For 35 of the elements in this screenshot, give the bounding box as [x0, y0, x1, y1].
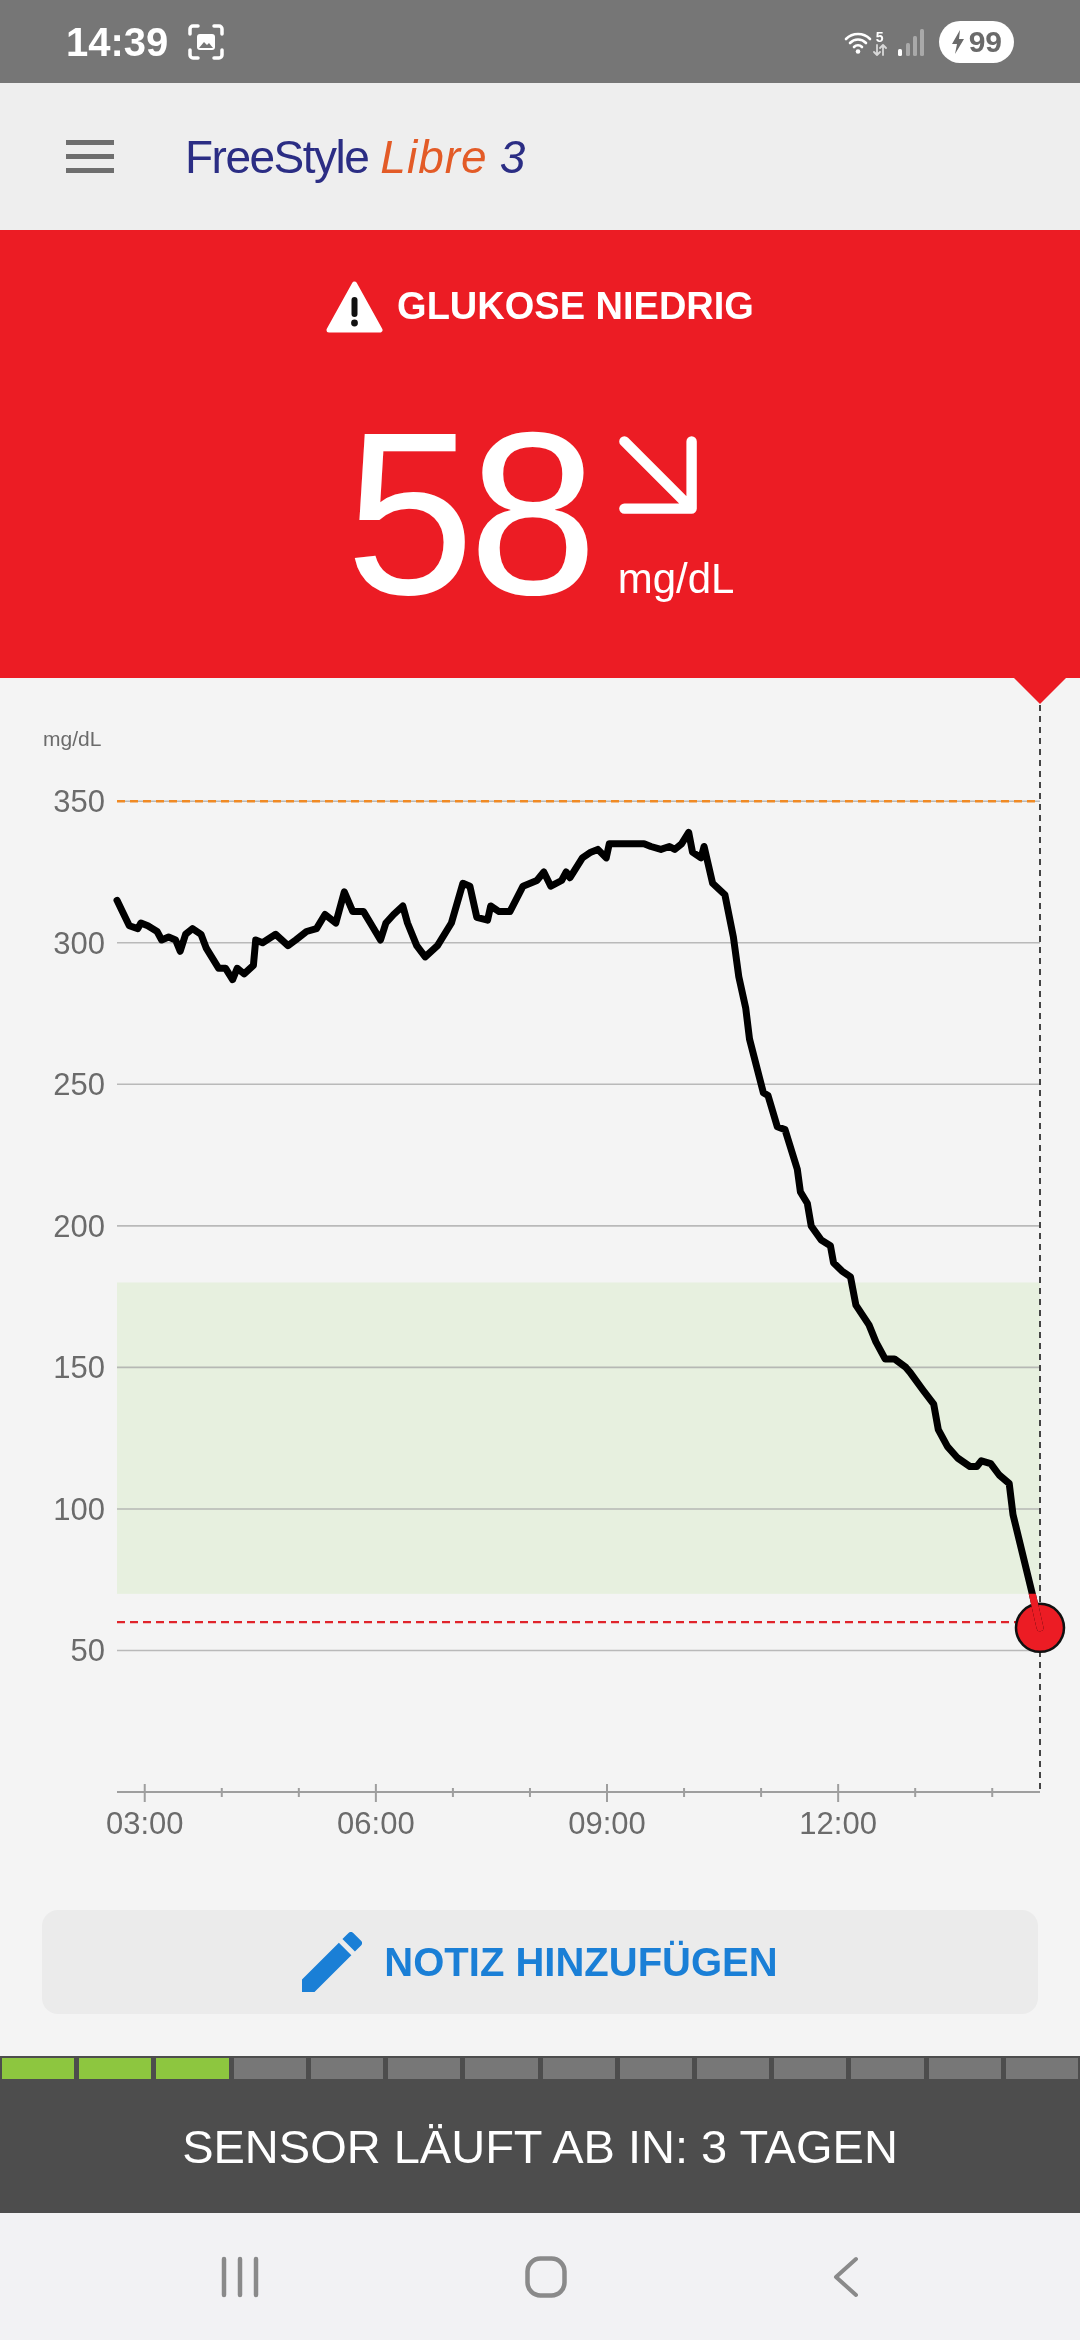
y-tick-label: 250: [53, 1067, 105, 1103]
status-time: 14:39: [66, 18, 169, 65]
battery-level: 99: [968, 24, 1002, 59]
glucose-value: 58: [345, 398, 592, 630]
y-tick-label: 50: [70, 1633, 105, 1669]
y-tick-label: 100: [53, 1491, 105, 1527]
y-tick-label: 350: [53, 784, 105, 820]
charging-bolt-icon: [950, 29, 965, 54]
logo-brand-text: FreeStyle: [185, 129, 369, 185]
transfer-arrows-icon: [872, 43, 887, 56]
recents-icon[interactable]: [221, 2255, 259, 2298]
back-icon[interactable]: [833, 2255, 859, 2298]
y-tick-label: 150: [53, 1350, 105, 1386]
x-tick-label: 09:00: [568, 1806, 646, 1841]
x-tick-label: 03:00: [105, 1806, 184, 1841]
y-axis-title: mg/dL: [43, 727, 102, 750]
logo-number-text: 3: [499, 129, 526, 185]
add-note-button[interactable]: NOTIZ HINZUFÜGEN: [42, 1910, 1038, 2014]
reading-marker-icon: [1014, 1602, 1066, 1654]
pencil-icon: [302, 1932, 363, 1992]
trend-arrow-icon: [617, 435, 698, 515]
alert-title: GLUKOSE NIEDRIG: [397, 284, 754, 328]
warning-icon: [326, 279, 384, 333]
unit-label: mg/dL: [617, 555, 735, 603]
menu-icon[interactable]: [66, 140, 114, 173]
signal-icon: [896, 27, 925, 56]
sensor-expiry-text: SENSOR LÄUFT AB IN: 3 TAGEN: [182, 2119, 898, 2175]
y-tick-label: 300: [53, 925, 105, 961]
logo-product-text: Libre: [380, 129, 488, 185]
x-tick-label: 12:00: [799, 1806, 877, 1841]
image-frame-icon: [188, 23, 225, 60]
x-tick-label: 06:00: [337, 1806, 415, 1841]
wifi-label: 5: [875, 29, 884, 44]
y-tick-label: 200: [53, 1208, 105, 1244]
home-icon[interactable]: [525, 2255, 567, 2298]
